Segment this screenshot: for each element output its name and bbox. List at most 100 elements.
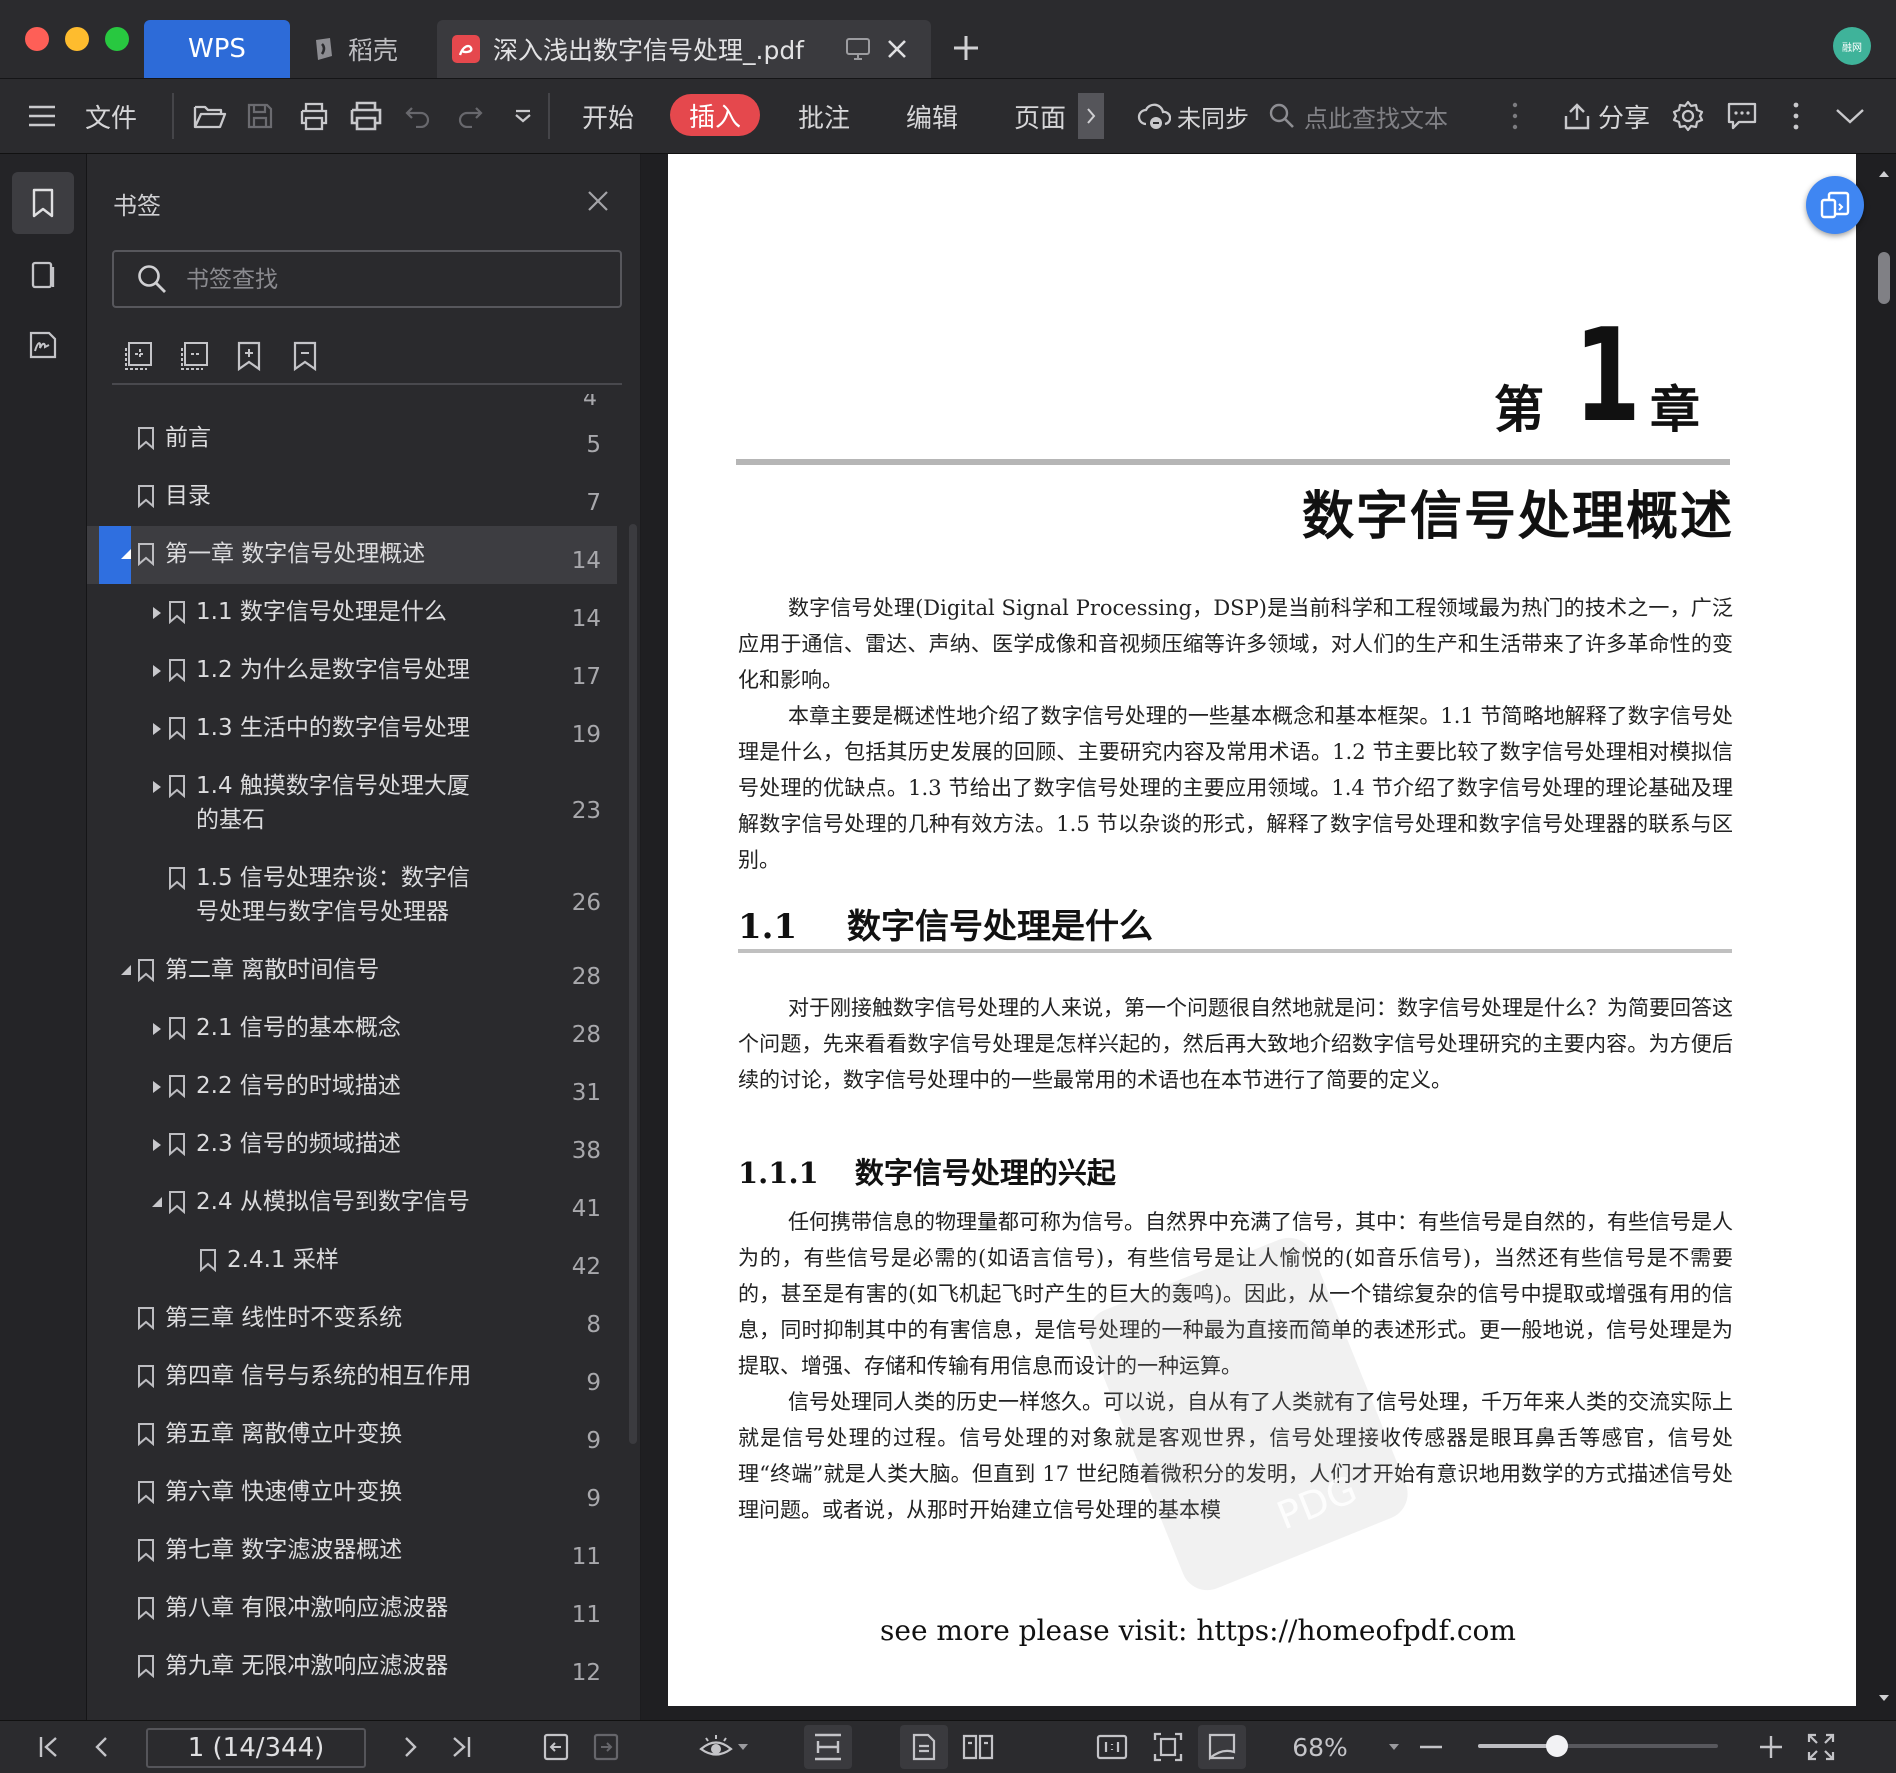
more-menus-button[interactable]: [1078, 93, 1104, 139]
close-icon[interactable]: [587, 190, 609, 212]
expand-arrow-icon[interactable]: [150, 1080, 164, 1094]
bookmark-item[interactable]: 第四章 信号与系统的相互作用 9: [87, 1348, 617, 1406]
open-button[interactable]: [190, 79, 230, 153]
print-preview-button[interactable]: [346, 79, 386, 153]
tab-daoke[interactable]: 稻壳: [300, 20, 430, 78]
previous-page-button[interactable]: [84, 1721, 118, 1773]
avatar[interactable]: 融网: [1833, 27, 1871, 65]
bookmark-item[interactable]: 第六章 快速傅立叶变换 9: [87, 1464, 617, 1522]
bookmark-search-input[interactable]: [184, 252, 608, 308]
zoom-out-button[interactable]: [1416, 1721, 1446, 1773]
collapse-arrow-icon[interactable]: [119, 548, 133, 562]
expand-all-button[interactable]: [123, 340, 163, 380]
find-text-field[interactable]: 点此查找文本: [1268, 79, 1478, 153]
page-number-field[interactable]: 1 (14/344): [146, 1728, 366, 1768]
tab-pdf-document[interactable]: 深入浅出数字信号处理_.pdf: [437, 20, 931, 78]
last-page-button[interactable]: [444, 1721, 478, 1773]
zoom-slider-handle[interactable]: [1546, 1735, 1569, 1757]
collapse-all-button[interactable]: [179, 340, 219, 380]
expand-arrow-icon[interactable]: [150, 780, 164, 794]
bookmark-item[interactable]: 1.2 为什么是数字信号处理 17: [87, 642, 617, 700]
menu-edit[interactable]: 编辑: [898, 79, 966, 153]
menu-start[interactable]: 开始: [574, 79, 642, 153]
zoom-dropdown-button[interactable]: [1382, 1721, 1406, 1773]
expand-arrow-icon[interactable]: [150, 664, 164, 678]
bookmark-item[interactable]: 1.4 触摸数字信号处理大厦 的基石 23: [87, 758, 617, 834]
bookmark-item[interactable]: 第三章 线性时不变系统 8: [87, 1290, 617, 1348]
reading-mode-button[interactable]: [1198, 1725, 1246, 1769]
expand-arrow-icon[interactable]: [150, 722, 164, 736]
bookmark-item[interactable]: 2.4.1 采样 42: [87, 1232, 617, 1290]
minimize-window-button[interactable]: [65, 27, 89, 51]
bookmark-item[interactable]: 2.1 信号的基本概念 28: [87, 1000, 617, 1058]
expand-arrow-icon[interactable]: [150, 1138, 164, 1152]
comment-button[interactable]: [1724, 79, 1760, 153]
fit-width-button[interactable]: [804, 1725, 852, 1769]
zoom-level-label[interactable]: 68%: [1280, 1721, 1360, 1773]
bookmarks-panel-button[interactable]: [12, 172, 74, 234]
signature-panel-button[interactable]: [12, 314, 74, 376]
tab-wps-home[interactable]: WPS: [144, 20, 290, 78]
more-options-button[interactable]: [1786, 79, 1806, 153]
bookmark-item[interactable]: 第七章 数字滤波器概述 11: [87, 1522, 617, 1580]
bookmark-item[interactable]: 目录 7: [87, 468, 617, 526]
bookmark-item[interactable]: 第五章 离散傅立叶变换 9: [87, 1406, 617, 1464]
fullscreen-button[interactable]: [1804, 1721, 1838, 1773]
close-tab-icon[interactable]: [885, 37, 909, 61]
single-page-button[interactable]: [900, 1725, 948, 1769]
print-button[interactable]: [294, 79, 334, 153]
add-bookmark-button[interactable]: [235, 340, 275, 380]
bookmark-search-box[interactable]: [112, 250, 622, 308]
back-view-button[interactable]: [538, 1721, 574, 1773]
next-page-button[interactable]: [394, 1721, 428, 1773]
toolbar-more-dots[interactable]: [1505, 79, 1525, 153]
bookmark-item[interactable]: 第一章 数字信号处理概述 14: [87, 526, 617, 584]
main-menu-button[interactable]: [22, 79, 62, 153]
zoom-in-button[interactable]: [1756, 1721, 1786, 1773]
delete-bookmark-button[interactable]: [291, 340, 331, 380]
save-button[interactable]: [242, 79, 278, 153]
expand-arrow-icon[interactable]: [150, 1022, 164, 1036]
file-menu[interactable]: 文件: [80, 79, 142, 153]
bookmark-item[interactable]: 第八章 有限冲激响应滤波器 11: [87, 1580, 617, 1638]
thumbnails-panel-button[interactable]: [12, 244, 74, 306]
bookmark-item[interactable]: 第九章 无限冲激响应滤波器 12: [87, 1638, 617, 1684]
bookmark-item[interactable]: 第二章 离散时间信号 28: [87, 942, 617, 1000]
first-page-button[interactable]: [32, 1721, 66, 1773]
bookmark-item[interactable]: 1.5 信号处理杂谈：数字信 号处理与数字信号处理器 26: [87, 850, 617, 926]
maximize-window-button[interactable]: [105, 27, 129, 51]
expand-arrow-icon[interactable]: [150, 606, 164, 620]
screen-cast-icon[interactable]: [845, 37, 871, 61]
collapse-toolbar-button[interactable]: [1832, 79, 1868, 153]
collapse-arrow-icon[interactable]: [119, 964, 133, 978]
settings-button[interactable]: [1670, 79, 1706, 153]
bookmark-item[interactable]: 1.1 数字信号处理是什么 14: [87, 584, 617, 642]
bookmark-item[interactable]: 2.4 从模拟信号到数字信号 41: [87, 1174, 617, 1232]
quick-access-dropdown[interactable]: [508, 79, 538, 153]
menu-annotate[interactable]: 批注: [790, 79, 858, 153]
undo-button[interactable]: [400, 79, 436, 153]
share-button[interactable]: 分享: [1558, 79, 1654, 153]
actual-size-button[interactable]: [1090, 1721, 1134, 1773]
redo-button[interactable]: [452, 79, 488, 153]
eye-protection-button[interactable]: [696, 1721, 752, 1773]
menu-insert[interactable]: 插入: [670, 94, 760, 136]
collapse-arrow-icon[interactable]: [150, 1196, 164, 1210]
bookmark-item[interactable]: 2.3 信号的频域描述 38: [87, 1116, 617, 1174]
bookmark-scrollbar[interactable]: [629, 524, 637, 1444]
zoom-slider[interactable]: [1478, 1735, 1718, 1757]
new-tab-icon[interactable]: [952, 34, 980, 62]
menu-page[interactable]: 页面: [1006, 79, 1074, 153]
scroll-up-icon[interactable]: [1877, 168, 1891, 178]
close-window-button[interactable]: [25, 27, 49, 51]
sync-status-button[interactable]: 未同步: [1134, 79, 1252, 153]
scroll-down-icon[interactable]: [1877, 1694, 1891, 1704]
document-scrollbar[interactable]: [1871, 154, 1896, 1720]
float-convert-button[interactable]: [1806, 176, 1864, 234]
forward-view-button[interactable]: [588, 1721, 624, 1773]
bookmark-item[interactable]: 1.3 生活中的数字信号处理 19: [87, 700, 617, 758]
bookmark-item[interactable]: 前言 5: [87, 410, 617, 468]
bookmark-item[interactable]: 2.2 信号的时域描述 31: [87, 1058, 617, 1116]
fit-page-button[interactable]: [1146, 1721, 1190, 1773]
two-page-button[interactable]: [956, 1721, 1000, 1773]
